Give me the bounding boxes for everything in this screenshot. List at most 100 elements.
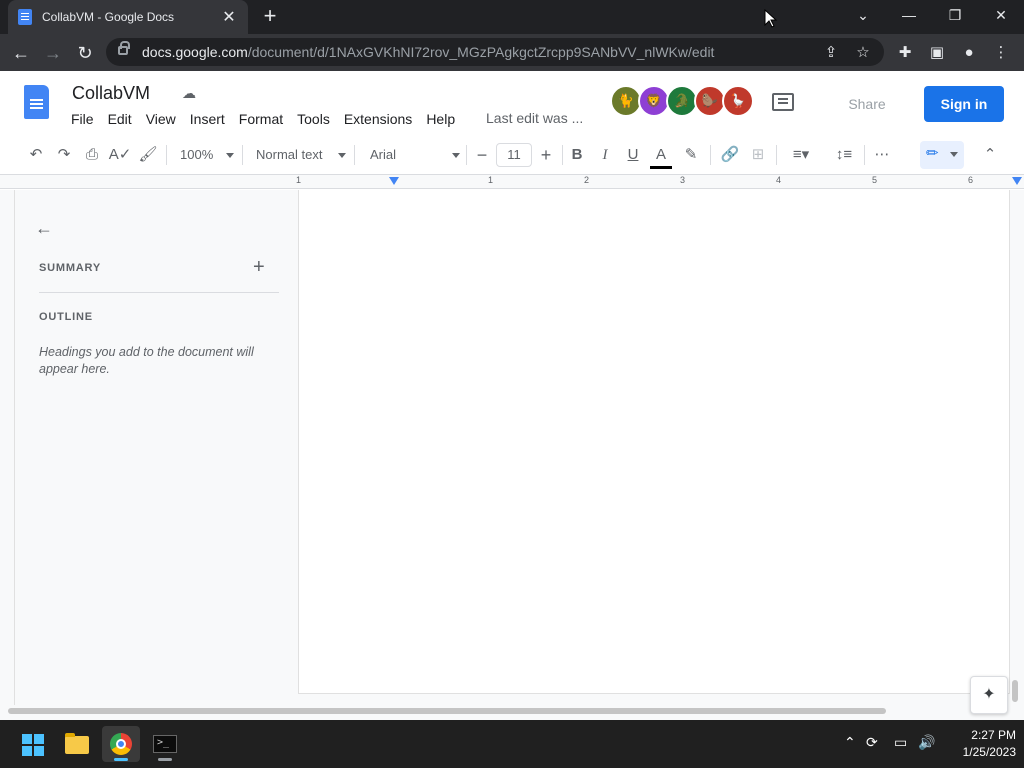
- redo-icon[interactable]: ↷: [52, 143, 76, 167]
- collaborator-avatars: 🐈 🦁 🐊 🦫 🪿: [610, 85, 754, 117]
- tab-search-icon[interactable]: ⌄: [840, 0, 886, 34]
- sync-icon[interactable]: ⟳: [866, 734, 878, 751]
- explore-icon[interactable]: ✦: [970, 676, 1008, 714]
- reload-icon[interactable]: ↻: [72, 40, 98, 66]
- menu-file[interactable]: File: [64, 109, 101, 129]
- hide-menus-icon[interactable]: ⌃: [978, 143, 1002, 167]
- clock-time: 2:27 PM: [971, 728, 1016, 742]
- back-icon[interactable]: ←: [8, 40, 34, 66]
- chevron-down-icon: [338, 153, 346, 158]
- paint-format-icon[interactable]: 🖌: [136, 143, 160, 167]
- document-page[interactable]: [298, 190, 1010, 694]
- undo-icon[interactable]: ↶: [24, 143, 48, 167]
- restore-button[interactable]: ❐: [932, 0, 978, 34]
- bookmark-star-icon[interactable]: ☆: [852, 42, 874, 64]
- chrome-icon: [110, 733, 132, 755]
- insert-link-icon[interactable]: 🔗: [718, 143, 742, 167]
- increase-font-size-icon[interactable]: +: [536, 143, 556, 167]
- pencil-icon: ✏: [926, 145, 939, 162]
- browser-tab-bar: CollabVM - Google Docs ✕ + ⌄ — ❐ ✕: [0, 0, 1024, 34]
- italic-icon[interactable]: I: [594, 143, 616, 167]
- menu-edit[interactable]: Edit: [101, 109, 139, 129]
- chrome-taskbar-button[interactable]: [102, 726, 140, 762]
- ruler[interactable]: 1 1 2 3 4 5 6: [0, 175, 1024, 189]
- sign-in-button[interactable]: Sign in: [924, 86, 1004, 122]
- windows-logo-icon: [22, 734, 44, 756]
- menu-help[interactable]: Help: [419, 109, 462, 129]
- start-button[interactable]: [12, 726, 50, 762]
- last-edit-link[interactable]: Last edit was ...: [486, 110, 583, 126]
- menu-format[interactable]: Format: [232, 109, 290, 129]
- right-indent-marker[interactable]: [1012, 177, 1022, 185]
- share-button[interactable]: Share: [818, 86, 916, 122]
- menu-insert[interactable]: Insert: [183, 109, 232, 129]
- document-title[interactable]: CollabVM: [72, 83, 150, 104]
- file-explorer-button[interactable]: [58, 726, 96, 762]
- paragraph-style-select[interactable]: Normal text: [256, 143, 346, 167]
- docs-header: CollabVM ☁ File Edit View Insert Format …: [0, 71, 1024, 135]
- menu-tools[interactable]: Tools: [290, 109, 337, 129]
- decrease-font-size-icon[interactable]: −: [472, 143, 492, 167]
- add-comment-icon[interactable]: ⊞: [746, 143, 770, 167]
- divider: [39, 292, 279, 293]
- folder-icon: [65, 733, 89, 754]
- address-bar-row: ← → ↻ docs.google.com/document/d/1NAxGVK…: [0, 34, 1024, 71]
- avatar[interactable]: 🪿: [722, 85, 754, 117]
- volume-icon[interactable]: 🔊: [918, 734, 935, 751]
- ruler-label: 5: [872, 175, 878, 185]
- left-indent-marker[interactable]: [389, 177, 399, 185]
- font-family-select[interactable]: Arial: [370, 143, 460, 167]
- document-workspace: ← SUMMARY + OUTLINE Headings you add to …: [0, 190, 1024, 720]
- extensions-icon[interactable]: ✚: [894, 42, 916, 64]
- menu-view[interactable]: View: [139, 109, 183, 129]
- highlight-color-icon[interactable]: ✎: [680, 143, 702, 167]
- minimize-button[interactable]: —: [886, 0, 932, 34]
- url-path: /document/d/1NAxGVKhNI72rov_MGzPAgkgctZr…: [247, 44, 715, 60]
- add-summary-icon[interactable]: +: [253, 256, 265, 279]
- zoom-select[interactable]: 100%: [180, 143, 234, 167]
- font-size-input[interactable]: 11: [496, 143, 532, 167]
- new-tab-button[interactable]: +: [258, 4, 282, 28]
- horizontal-scrollbar[interactable]: [8, 708, 886, 714]
- document-outline-panel: ← SUMMARY + OUTLINE Headings you add to …: [14, 190, 294, 705]
- underline-icon[interactable]: U: [622, 143, 644, 167]
- system-clock[interactable]: 2:27 PM 1/25/2023: [944, 727, 1016, 761]
- font-family-value: Arial: [370, 147, 397, 162]
- bold-icon[interactable]: B: [566, 143, 588, 167]
- network-icon[interactable]: ▭: [894, 734, 907, 751]
- running-indicator: [158, 758, 172, 761]
- tab-title: CollabVM - Google Docs: [42, 10, 175, 24]
- browser-tab[interactable]: CollabVM - Google Docs ✕: [8, 0, 248, 34]
- vertical-scrollbar[interactable]: [1012, 680, 1018, 702]
- tab-close-icon[interactable]: ✕: [220, 7, 238, 27]
- cloud-status-icon[interactable]: ☁: [182, 85, 200, 101]
- menu-bar: File Edit View Insert Format Tools Exten…: [64, 109, 462, 129]
- spellcheck-icon[interactable]: A✓: [108, 143, 132, 167]
- comment-history-icon[interactable]: [772, 93, 794, 111]
- toolbar-divider: [710, 145, 711, 165]
- show-hidden-icons-icon[interactable]: ⌃: [844, 734, 856, 751]
- toolbar-divider: [776, 145, 777, 165]
- line-spacing-icon[interactable]: ↕≡: [832, 143, 856, 167]
- chevron-down-icon: [226, 153, 234, 158]
- docs-logo-icon[interactable]: [24, 85, 49, 119]
- print-icon[interactable]: ⎙: [80, 143, 104, 167]
- menu-extensions[interactable]: Extensions: [337, 109, 419, 129]
- text-color-icon[interactable]: A: [650, 143, 672, 169]
- close-window-button[interactable]: ✕: [978, 0, 1024, 34]
- back-arrow-icon[interactable]: ←: [35, 218, 55, 238]
- side-panel-icon[interactable]: ▣: [926, 42, 948, 64]
- more-options-icon[interactable]: ⋯: [870, 143, 894, 167]
- align-left-icon[interactable]: ≡▾: [786, 143, 816, 167]
- forward-icon[interactable]: →: [40, 40, 66, 66]
- share-page-icon[interactable]: ⇪: [820, 42, 842, 64]
- summary-heading: SUMMARY: [39, 262, 102, 274]
- zoom-value: 100%: [180, 147, 214, 162]
- toolbar-divider: [166, 145, 167, 165]
- url-input[interactable]: docs.google.com/document/d/1NAxGVKhNI72r…: [106, 38, 884, 66]
- editing-mode-button[interactable]: ✏: [920, 141, 964, 169]
- profile-icon[interactable]: ●: [958, 42, 980, 64]
- terminal-taskbar-button[interactable]: >_: [146, 726, 184, 762]
- more-menu-icon[interactable]: ⋮: [990, 42, 1012, 64]
- paragraph-style-value: Normal text: [256, 147, 323, 162]
